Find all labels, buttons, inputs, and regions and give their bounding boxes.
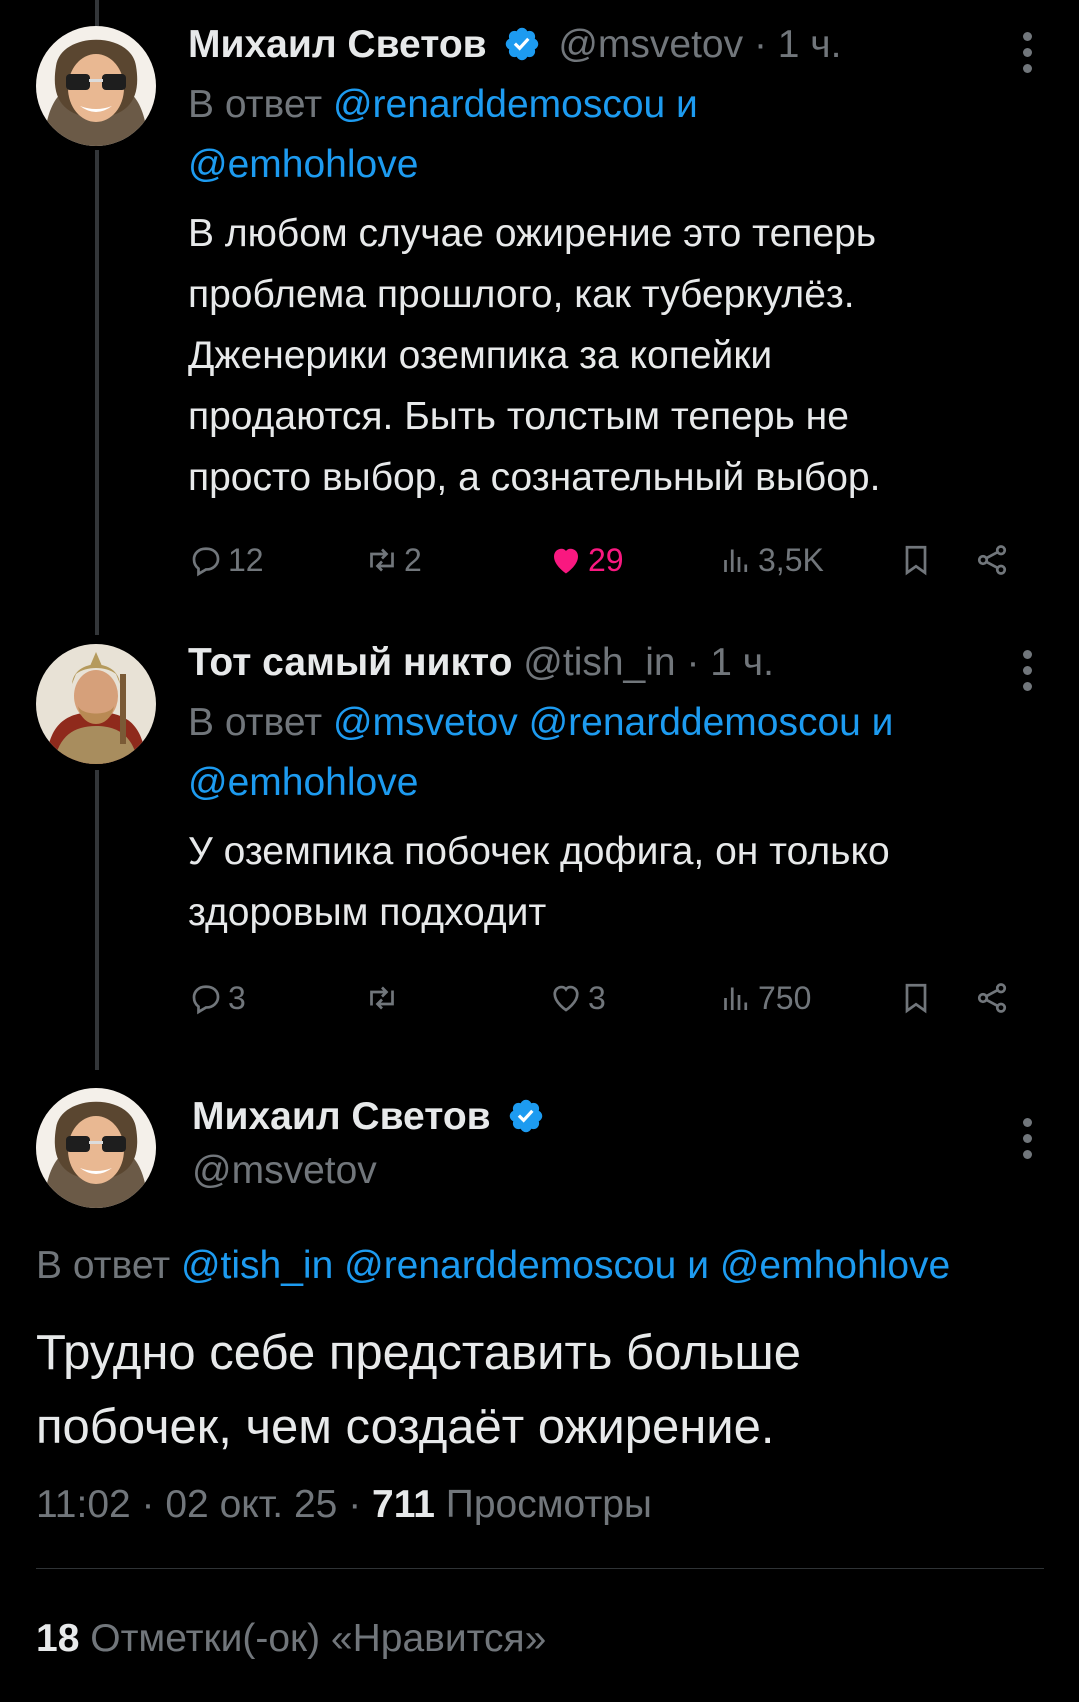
like-button[interactable]: 29 [548,535,624,585]
tweet[interactable]: Михаил Светов @msvetov · 1 ч. В ответ @r… [188,21,1049,508]
thread-line [95,0,99,26]
more-icon[interactable] [1023,650,1033,691]
tweet-text: В любом случае ожирение это теперь пробл… [188,203,1049,508]
repost-icon [370,548,394,572]
repost-button[interactable]: 2 [364,535,422,585]
author-name[interactable]: Михаил Светов [188,23,487,66]
reply-prefix: В ответ [36,1244,171,1287]
main-tweet-text: Трудно себе представить больше побочек, … [36,1316,1036,1464]
views-icon [724,987,748,1010]
author-name[interactable]: Тот самый никто [188,641,512,684]
views-button[interactable]: 750 [718,973,811,1023]
author-handle[interactable]: @tish_in [523,641,675,684]
action-bar: 3 3 750 [188,973,1019,1023]
repost-button[interactable] [364,973,404,1023]
tweet-text-line: Трудно себе представить больше [36,1326,801,1380]
reply-button[interactable]: 3 [188,973,246,1023]
reply-context: В ответ @msvetov @renarddemoscou и @emho… [188,693,1049,813]
tweet-time[interactable]: · 1 ч. [686,641,774,684]
verified-badge-icon [506,27,539,61]
reply-count: 12 [228,541,264,578]
more-icon[interactable] [1023,32,1033,73]
author-name[interactable]: Михаил Светов [192,1095,491,1138]
tweet-header: Тот самый никто @tish_in · 1 ч. [188,639,1049,687]
views-count: 711 [372,1483,435,1526]
view-count: 750 [758,979,812,1016]
share-button[interactable] [974,973,1010,1023]
likes-summary[interactable]: 18 Отметки(-ок) «Нравится» [36,1617,546,1661]
bookmark-icon [905,545,927,576]
main-tweet-header: Михаил Светов @msvetov [192,1093,551,1195]
more-icon[interactable] [1023,1118,1033,1159]
likes-count: 18 [36,1617,80,1660]
like-count: 3 [588,979,606,1016]
reply-prefix: В ответ [188,83,323,126]
verified-badge-icon [510,1099,543,1133]
like-count: 29 [588,541,624,578]
thread-line [95,150,99,635]
reply-prefix: В ответ [188,701,323,744]
bookmark-icon [905,983,927,1014]
tweet[interactable]: Тот самый никто @tish_in · 1 ч. В ответ … [188,639,1049,943]
tweet-header: Михаил Светов @msvetov · 1 ч. [188,21,1049,69]
tweet-text-line: У оземпика побочек дофига, он только [188,830,890,873]
views-button[interactable]: 3,5K [718,535,824,585]
repost-icon [370,986,394,1010]
author-handle[interactable]: @msvetov [192,1147,551,1195]
reply-mentions[interactable]: @tish_in @renarddemoscou и @emhohlove [181,1244,950,1287]
action-bar: 12 2 29 3,5K [188,535,1019,585]
like-icon [553,985,579,1012]
reply-icon [192,985,220,1015]
avatar[interactable] [36,26,156,146]
bookmark-button[interactable] [898,535,934,585]
tweet-meta: 11:02 · 02 окт. 25 · 711 Просмотры [36,1483,652,1527]
reply-context: В ответ @tish_in @renarddemoscou и @emho… [36,1236,950,1296]
share-icon [977,545,1007,575]
tweet-text-line: В любом случае ожирение это теперь [188,212,877,255]
author-handle[interactable]: @msvetov [558,23,743,66]
views-label: Просмотры [445,1483,652,1526]
like-button[interactable]: 3 [548,973,606,1023]
tweet-text: У оземпика побочек дофига, он только здо… [188,821,1049,943]
views-icon [724,549,748,572]
reply-mention[interactable]: @emhohlove [188,143,418,186]
reply-mentions[interactable]: @msvetov @renarddemoscou и [333,701,894,744]
reply-context: В ответ @renarddemoscou и @emhohlove [188,75,1049,195]
share-button[interactable] [974,535,1010,585]
avatar[interactable] [36,644,156,764]
reply-mentions[interactable]: @renarddemoscou и [333,83,698,126]
tweet-text-line: проблема прошлого, как туберкулёз. [188,273,855,316]
likes-label: Отметки(-ок) «Нравится» [90,1617,547,1660]
tweet-text-line: Дженерики оземпика за копейки [188,334,773,377]
tweet-text-line: продаются. Быть толстым теперь не [188,395,849,438]
bookmark-button[interactable] [898,973,934,1023]
reply-button[interactable]: 12 [188,535,264,585]
share-icon [977,983,1007,1013]
avatar[interactable] [36,1088,156,1208]
tweet-timestamp[interactable]: 11:02 · 02 окт. 25 · [36,1483,361,1526]
tweet-text-line: здоровым подходит [188,891,547,934]
view-count: 3,5K [758,541,824,578]
like-icon [554,548,578,574]
thread-line [95,770,99,1070]
tweet-text-line: побочек, чем создаёт ожирение. [36,1400,775,1454]
divider [36,1568,1044,1569]
tweet-time[interactable]: · 1 ч. [754,23,842,66]
repost-count: 2 [404,541,422,578]
author-line: Михаил Светов [192,1093,551,1141]
reply-count: 3 [228,979,246,1016]
reply-mention[interactable]: @emhohlove [188,761,418,804]
reply-icon [192,547,220,577]
tweet-text-line: просто выбор, а сознательный выбор. [188,456,881,499]
